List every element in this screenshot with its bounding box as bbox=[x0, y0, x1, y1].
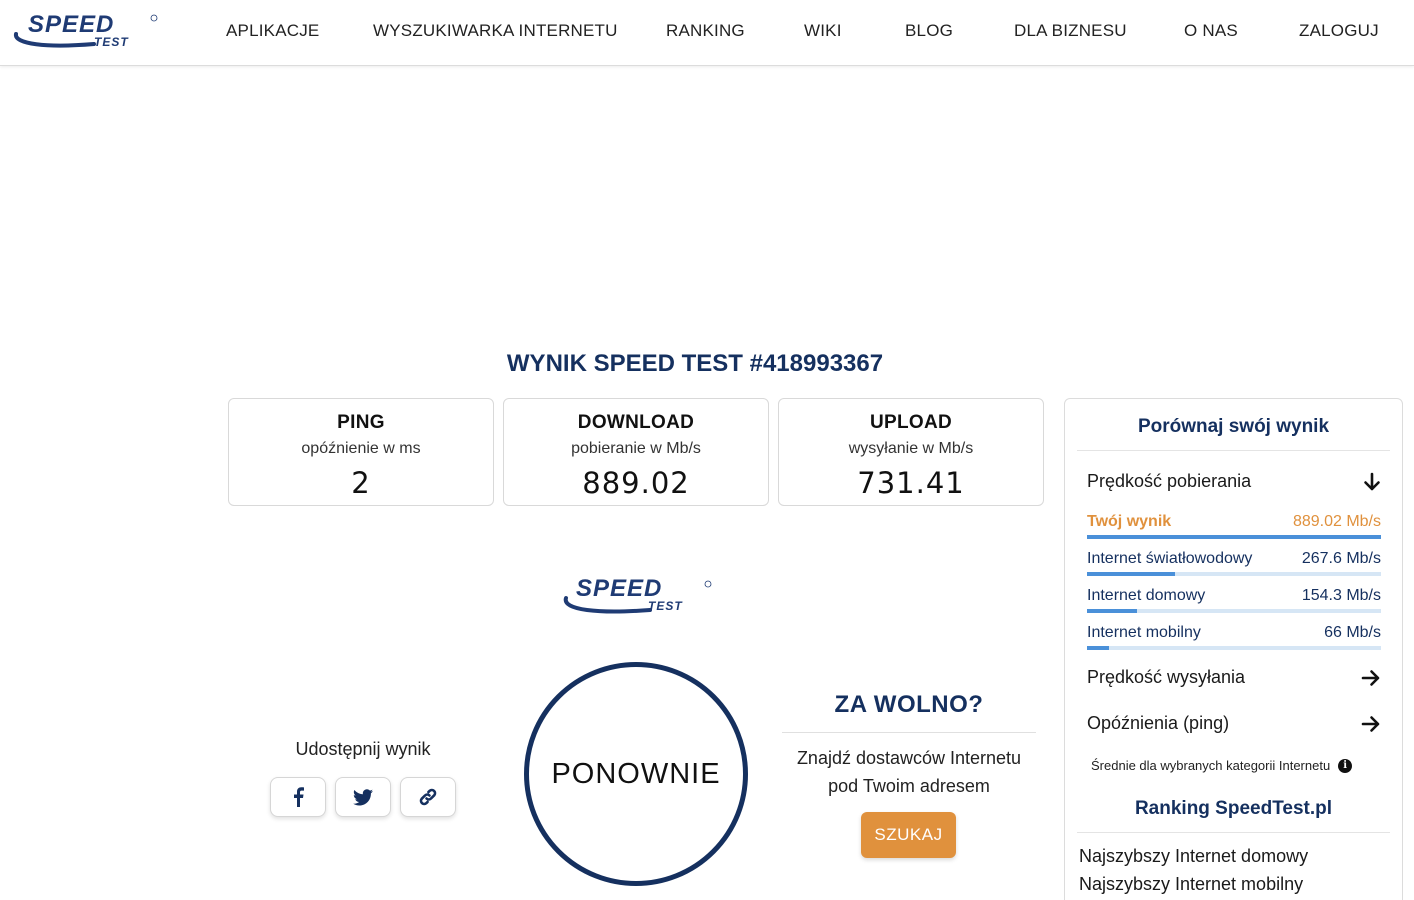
bar-fiber: Internet światłowodowy 267.6 Mb/s bbox=[1087, 550, 1381, 576]
bar-value: 66 Mb/s bbox=[1324, 624, 1381, 641]
download-speed-label: Prędkość pobierania bbox=[1087, 471, 1252, 491]
upload-speed-section[interactable]: Prędkość wysyłania bbox=[1087, 667, 1381, 688]
bar-track bbox=[1087, 646, 1381, 650]
bar-label: Internet domowy bbox=[1087, 587, 1206, 604]
ranking-link-home[interactable]: Najszybszy Internet domowy bbox=[1079, 846, 1308, 867]
nav-aplikacje[interactable]: APLIKACJE bbox=[226, 0, 319, 62]
ranking-title[interactable]: Ranking SpeedTest.pl bbox=[1065, 798, 1402, 820]
share-label: Udostępnij wynik bbox=[295, 739, 431, 759]
result-title: WYNIK SPEED TEST #418993367 bbox=[506, 350, 884, 377]
bar-fill bbox=[1087, 646, 1110, 650]
bar-your-result: Twój wynik 889.02 Mb/s bbox=[1087, 513, 1381, 539]
nav-dla-biznesu[interactable]: DLA BIZNESU bbox=[1014, 0, 1127, 62]
averages-note: Średnie dla wybranych kategorii Internet… bbox=[1091, 758, 1391, 773]
bar-value: 267.6 Mb/s bbox=[1301, 550, 1381, 567]
arrow-right-icon bbox=[1361, 715, 1380, 732]
bar-fill bbox=[1087, 572, 1176, 576]
ping-card: PING opóźnienie w ms 2 bbox=[228, 398, 494, 506]
download-title: DOWNLOAD bbox=[577, 412, 695, 433]
too-slow-line-2: pod Twoim adresem bbox=[828, 776, 990, 796]
too-slow-line-1: Znajdź dostawców Internetu bbox=[796, 748, 1022, 768]
bar-track bbox=[1087, 535, 1381, 539]
bar-track bbox=[1087, 572, 1381, 576]
facebook-icon bbox=[294, 787, 304, 807]
upload-title: UPLOAD bbox=[869, 412, 953, 433]
upload-subtitle: wysyłanie w Mb/s bbox=[848, 440, 974, 457]
compare-panel: Porównaj swój wynik Prędkość pobierania … bbox=[1064, 398, 1403, 900]
bar-label: Internet światłowodowy bbox=[1087, 550, 1253, 567]
top-header: SPEED TEST APLIKACJE WYSZUKIWARKA INTERN… bbox=[0, 0, 1414, 66]
nav-wiki[interactable]: WIKI bbox=[804, 0, 842, 62]
bar-value: 154.3 Mb/s bbox=[1301, 587, 1381, 604]
svg-text:SPEED: SPEED bbox=[576, 575, 662, 602]
download-value: 889.02 bbox=[582, 466, 690, 500]
ranking-divider bbox=[1077, 832, 1390, 833]
restart-test-button[interactable]: PONOWNIE bbox=[524, 662, 748, 886]
too-slow-text: Znajdź dostawców Internetu pod Twoim adr… bbox=[782, 744, 1036, 800]
download-subtitle: pobieranie w Mb/s bbox=[571, 440, 701, 457]
share-facebook-button[interactable] bbox=[270, 777, 326, 817]
upload-speed-label: Prędkość wysyłania bbox=[1087, 667, 1246, 687]
bar-label: Internet mobilny bbox=[1087, 624, 1201, 641]
twitter-icon bbox=[353, 788, 373, 805]
link-icon bbox=[419, 788, 437, 806]
too-slow-divider bbox=[782, 732, 1036, 733]
search-providers-button[interactable]: SZUKAJ bbox=[861, 812, 956, 858]
bar-fill bbox=[1087, 535, 1381, 539]
nav-ranking[interactable]: RANKING bbox=[666, 0, 745, 62]
bar-value: 889.02 Mb/s bbox=[1292, 513, 1381, 530]
download-speed-section[interactable]: Prędkość pobierania bbox=[1087, 471, 1381, 492]
compare-divider bbox=[1077, 450, 1390, 451]
bar-mobile: Internet mobilny 66 Mb/s bbox=[1087, 624, 1381, 650]
too-slow-title: ZA WOLNO? bbox=[834, 691, 984, 718]
ping-section-label: Opóźnienia (ping) bbox=[1087, 713, 1230, 733]
nav-wyszukiwarka[interactable]: WYSZUKIWARKA INTERNETU bbox=[373, 0, 618, 62]
ping-title: PING bbox=[337, 412, 385, 433]
nav-zaloguj[interactable]: ZALOGUJ bbox=[1299, 0, 1379, 62]
bar-home: Internet domowy 154.3 Mb/s bbox=[1087, 587, 1381, 613]
averages-note-text: Średnie dla wybranych kategorii Internet… bbox=[1091, 758, 1331, 773]
compare-title: Porównaj swój wynik bbox=[1137, 416, 1330, 437]
arrow-right-icon bbox=[1361, 669, 1380, 686]
nav-o-nas[interactable]: O NAS bbox=[1184, 0, 1238, 62]
upload-value: 731.41 bbox=[857, 466, 965, 500]
ping-section[interactable]: Opóźnienia (ping) bbox=[1087, 713, 1381, 734]
ping-value: 2 bbox=[351, 466, 371, 500]
svg-text:TEST: TEST bbox=[94, 35, 129, 49]
arrow-down-icon bbox=[1364, 472, 1380, 490]
svg-text:SPEED: SPEED bbox=[28, 11, 114, 38]
share-link-button[interactable] bbox=[400, 777, 456, 817]
nav-blog[interactable]: BLOG bbox=[905, 0, 953, 62]
ranking-link-mobile[interactable]: Najszybszy Internet mobilny bbox=[1079, 874, 1303, 895]
bar-label: Twój wynik bbox=[1087, 513, 1172, 530]
info-icon[interactable]: i bbox=[1338, 758, 1353, 773]
share-twitter-button[interactable] bbox=[335, 777, 391, 817]
ping-subtitle: opóźnienie w ms bbox=[301, 440, 421, 457]
svg-text:TEST: TEST bbox=[648, 599, 683, 613]
speedtest-logo[interactable]: SPEED TEST bbox=[6, 8, 162, 52]
upload-card: UPLOAD wysyłanie w Mb/s 731.41 bbox=[778, 398, 1044, 506]
bar-track bbox=[1087, 609, 1381, 613]
bar-fill bbox=[1087, 609, 1137, 613]
download-card: DOWNLOAD pobieranie w Mb/s 889.02 bbox=[503, 398, 769, 506]
speedtest-center-logo: SPEED TEST bbox=[563, 575, 712, 614]
